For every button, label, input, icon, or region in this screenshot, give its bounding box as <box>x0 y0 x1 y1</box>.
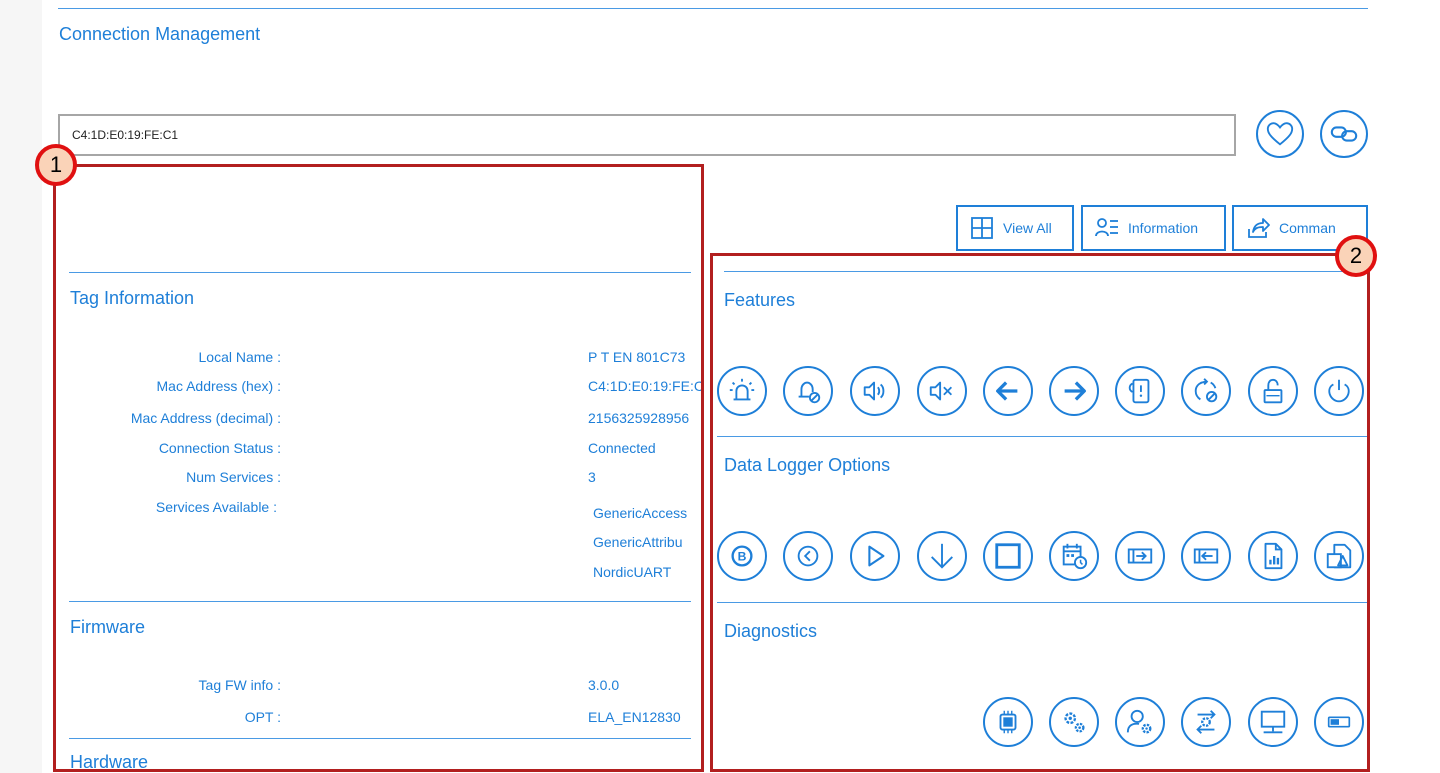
contact-list-icon <box>1095 218 1118 237</box>
link-icon <box>1330 126 1358 142</box>
annotation-badge-2: 2 <box>1335 235 1377 277</box>
information-button[interactable]: Information <box>1081 205 1226 251</box>
mac-address-input[interactable] <box>58 114 1236 156</box>
share-icon <box>1248 218 1270 238</box>
commands-label: Comman <box>1279 220 1336 236</box>
left-margin-strip <box>0 0 42 773</box>
grid-icon <box>971 217 993 239</box>
view-all-button[interactable]: View All <box>956 205 1074 251</box>
favorite-button[interactable] <box>1256 110 1304 158</box>
annotation-box-1 <box>53 164 704 772</box>
top-divider <box>58 8 1368 9</box>
annotation-badge-1: 1 <box>35 144 77 186</box>
information-label: Information <box>1128 220 1199 236</box>
heart-icon <box>1266 122 1294 146</box>
annotation-box-2 <box>710 253 1370 772</box>
connection-management-title: Connection Management <box>59 24 261 44</box>
connect-button[interactable] <box>1320 110 1368 158</box>
view-all-label: View All <box>1003 220 1052 236</box>
